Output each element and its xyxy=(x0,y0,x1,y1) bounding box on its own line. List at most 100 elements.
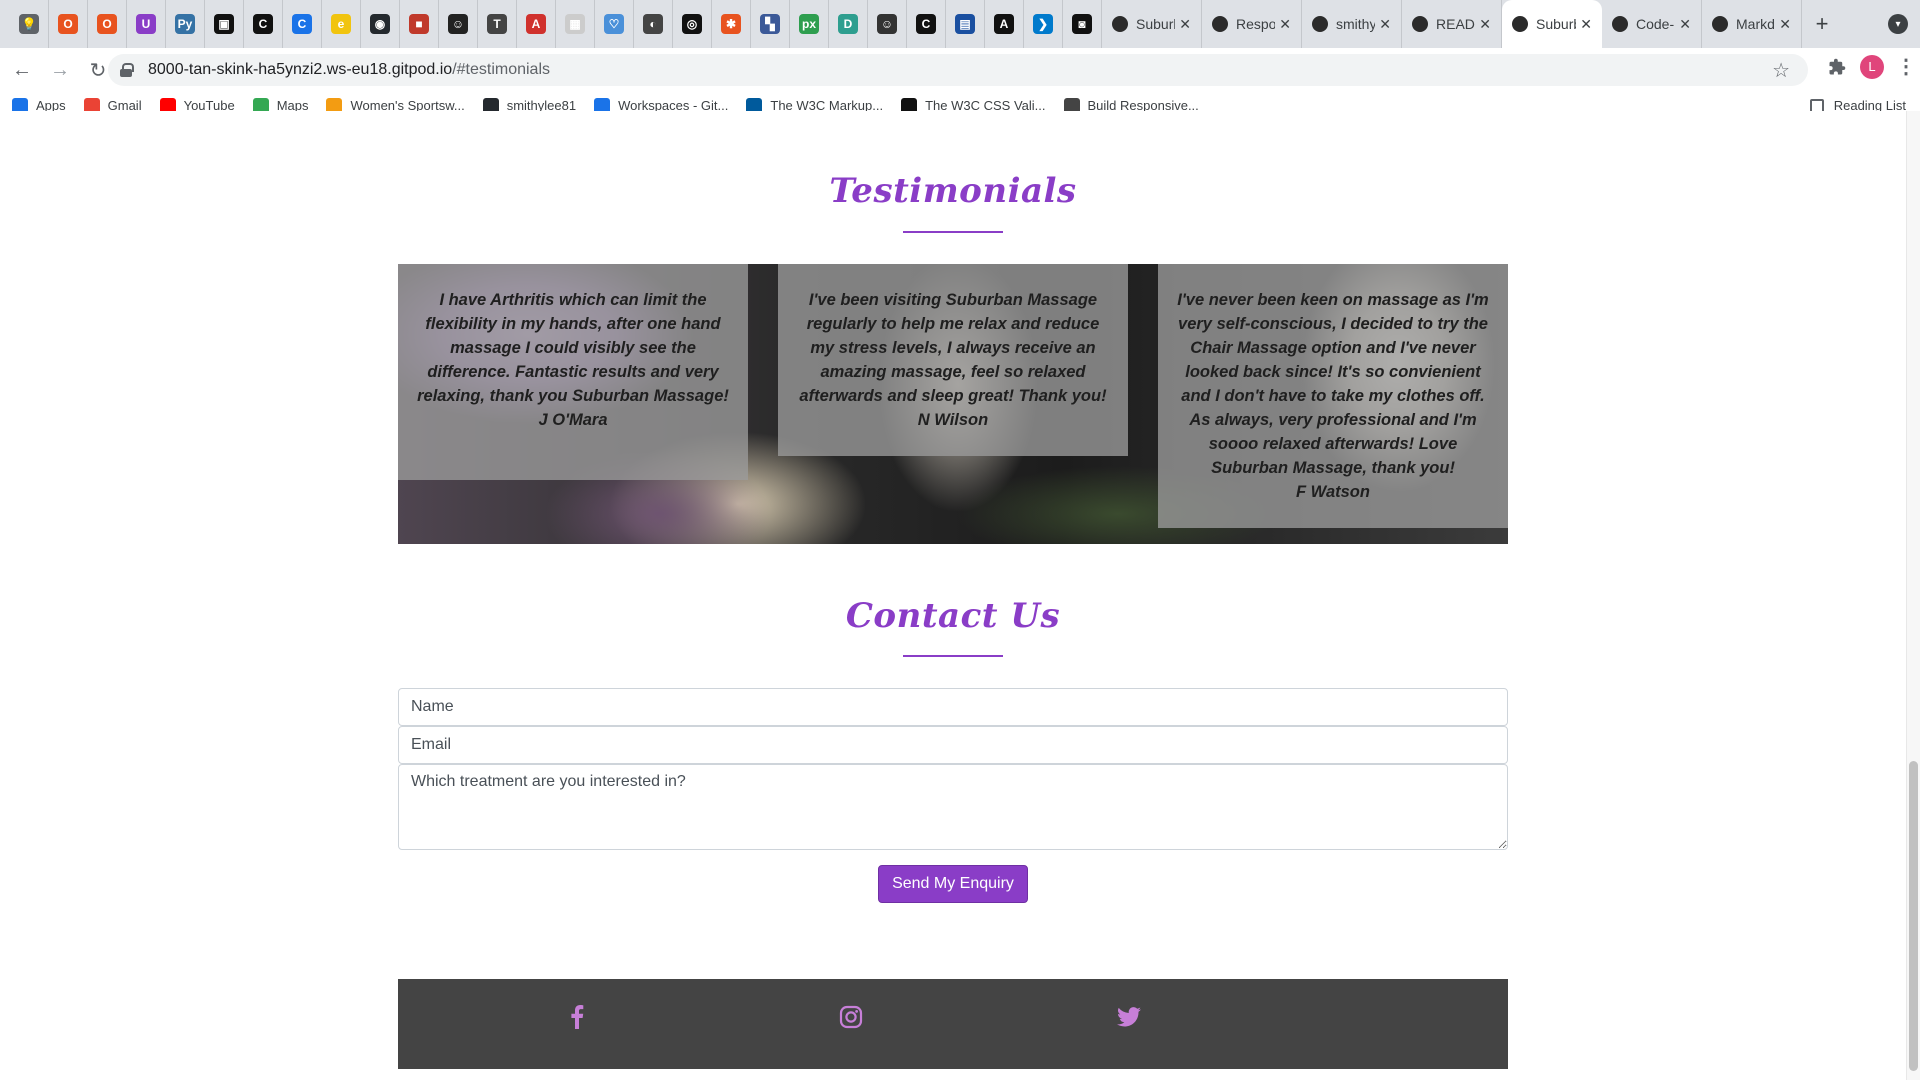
testimonial-card: I've been visiting Suburban Massage regu… xyxy=(778,264,1128,456)
c-blue-icon: C xyxy=(292,14,312,34)
treatment-field[interactable] xyxy=(398,764,1508,850)
red-square-icon: ■ xyxy=(409,14,429,34)
back-button[interactable]: ← xyxy=(6,54,38,86)
target-icon: ◎ xyxy=(682,14,702,34)
send-enquiry-button[interactable]: Send My Enquiry xyxy=(878,865,1028,903)
browser-tab[interactable]: Suburban✕ xyxy=(1102,0,1202,48)
twitter-icon[interactable] xyxy=(1114,1002,1144,1032)
t-icon: T xyxy=(487,14,507,34)
pinned-tab[interactable]: C xyxy=(907,0,946,48)
tab-title: README xyxy=(1436,16,1475,32)
pinned-tab[interactable]: C xyxy=(283,0,322,48)
testimonials-divider xyxy=(398,231,1508,233)
url-path: /#testimonials xyxy=(452,61,551,78)
pinned-tab[interactable]: ◉ xyxy=(361,0,400,48)
tab-favicon-icon xyxy=(1312,16,1328,32)
pinned-tab[interactable]: ▦ xyxy=(556,0,595,48)
page-viewport: Testimonials I have Arthritis which can … xyxy=(0,111,1920,1080)
pinned-tab[interactable]: A xyxy=(517,0,556,48)
pinned-tab[interactable]: ☺ xyxy=(439,0,478,48)
tab-title: smithylee81 xyxy=(1336,16,1376,32)
pinned-tab[interactable]: O xyxy=(49,0,88,48)
testimonial-quote: I have Arthritis which can limit the fle… xyxy=(417,291,729,405)
close-icon[interactable]: ✕ xyxy=(1179,16,1191,33)
pinned-tab[interactable]: ✱ xyxy=(712,0,751,48)
c-dark-icon: C xyxy=(253,14,273,34)
url-host: 8000-tan-skink-ha5ynzi2.ws-eu18.gitpod.i… xyxy=(148,61,453,78)
browser-tab[interactable]: smithylee81✕ xyxy=(1302,0,1402,48)
extensions-puzzle-icon[interactable] xyxy=(1826,56,1848,78)
puzzle-color-icon: ▚ xyxy=(760,14,780,34)
browser-tab[interactable]: Code- ✕ xyxy=(1602,0,1702,48)
pinned-tab[interactable]: ▚ xyxy=(751,0,790,48)
pinned-tab[interactable]: C xyxy=(244,0,283,48)
name-field[interactable] xyxy=(398,688,1508,726)
pinned-tab[interactable]: ☺ xyxy=(868,0,907,48)
address-bar[interactable]: 8000-tan-skink-ha5ynzi2.ws-eu18.gitpod.i… xyxy=(108,54,1808,86)
pinned-tab[interactable]: ❯ xyxy=(1024,0,1063,48)
close-icon[interactable]: ✕ xyxy=(1580,16,1592,33)
pinned-tab[interactable]: px xyxy=(790,0,829,48)
testimonial-quote: I've never been keen on massage as I'm v… xyxy=(1177,291,1489,477)
email-field[interactable] xyxy=(398,726,1508,764)
testimonial-author: N Wilson xyxy=(917,411,989,429)
pinned-tab[interactable]: O xyxy=(88,0,127,48)
camera-icon: ◙ xyxy=(1072,14,1092,34)
pinned-tab[interactable]: ■ xyxy=(400,0,439,48)
pinned-tab[interactable]: ◐ xyxy=(634,0,673,48)
circle-orange-icon: O xyxy=(58,14,78,34)
pinned-tab[interactable]: 💡 xyxy=(10,0,49,48)
browser-tab[interactable]: Suburban✕ xyxy=(1502,0,1602,48)
close-icon[interactable]: ✕ xyxy=(1479,16,1491,33)
page-scrollbar[interactable] xyxy=(1906,111,1920,1080)
scrollbar-thumb[interactable] xyxy=(1909,761,1918,1071)
contact-form: Send My Enquiry xyxy=(398,688,1508,903)
tab-favicon-icon xyxy=(1412,16,1428,32)
pinned-tab[interactable]: A xyxy=(985,0,1024,48)
browser-tab[interactable]: Markdown✕ xyxy=(1702,0,1802,48)
forward-button[interactable]: → xyxy=(44,54,76,86)
instagram-icon[interactable] xyxy=(836,1002,866,1032)
testimonials-banner: I have Arthritis which can limit the fle… xyxy=(398,264,1508,544)
pinned-tab[interactable]: ◙ xyxy=(1063,0,1102,48)
globe-icon: ◐ xyxy=(643,14,663,34)
footer xyxy=(398,979,1508,1069)
vscode-icon: ❯ xyxy=(1033,14,1053,34)
testimonial-card: I have Arthritis which can limit the fle… xyxy=(398,264,748,480)
browser-menu-icon[interactable]: ⋮ xyxy=(1896,54,1916,79)
close-icon[interactable]: ✕ xyxy=(1679,16,1691,33)
u-purple-icon: U xyxy=(136,14,156,34)
pinned-tabs: 💡 O O U Py ▣ C Ce ◉ ■ ☺ T A ▦ ♡ ◐ ◎ ✱ ▚ px D ☺ C ▤ A ❯ ◙ xyxy=(0,0,1102,48)
tab-search-icon[interactable]: ▾ xyxy=(1888,14,1908,34)
browser-tab[interactable]: Responsive✕ xyxy=(1202,0,1302,48)
pinned-tab[interactable]: e xyxy=(322,0,361,48)
a-dark-icon: A xyxy=(994,14,1014,34)
tab-title: Markdown xyxy=(1736,16,1775,32)
lock-icon[interactable] xyxy=(120,63,134,77)
pinned-tab[interactable]: D xyxy=(829,0,868,48)
smiley-icon: ☺ xyxy=(877,14,897,34)
tab-strip: 💡OOUPy▣CCe◉■☺TA▦♡◐◎✱▚pxD☺C▤A❯◙ Suburban✕… xyxy=(0,0,1920,48)
pinned-tab[interactable]: ♡ xyxy=(595,0,634,48)
contact-divider xyxy=(398,655,1508,657)
pinned-tab[interactable]: Py xyxy=(166,0,205,48)
tab-favicon-icon xyxy=(1612,16,1628,32)
toolbar-actions: L ⋮ xyxy=(1826,54,1916,79)
close-icon[interactable]: ✕ xyxy=(1379,16,1391,33)
pinned-tab[interactable]: U xyxy=(127,0,166,48)
facebook-icon[interactable] xyxy=(562,1002,592,1032)
pinned-tab[interactable]: ◎ xyxy=(673,0,712,48)
profile-avatar[interactable]: L xyxy=(1860,54,1884,79)
pinned-tab[interactable]: T xyxy=(478,0,517,48)
pinned-tab[interactable]: ▤ xyxy=(946,0,985,48)
open-tabs: Suburban✕Responsive✕smithylee81✕README✕S… xyxy=(1102,0,1802,48)
browser-tab[interactable]: README✕ xyxy=(1402,0,1502,48)
tab-title: Responsive xyxy=(1236,16,1276,32)
browser-toolbar: ← → ↻ 8000-tan-skink-ha5ynzi2.ws-eu18.gi… xyxy=(0,48,1920,92)
lightbulb-icon: 💡 xyxy=(19,14,39,34)
pinned-tab[interactable]: ▣ xyxy=(205,0,244,48)
bookmark-star-icon[interactable]: ☆ xyxy=(1772,58,1790,83)
new-tab-button[interactable]: + xyxy=(1802,0,1842,48)
close-icon[interactable]: ✕ xyxy=(1279,16,1291,33)
close-icon[interactable]: ✕ xyxy=(1779,16,1791,33)
